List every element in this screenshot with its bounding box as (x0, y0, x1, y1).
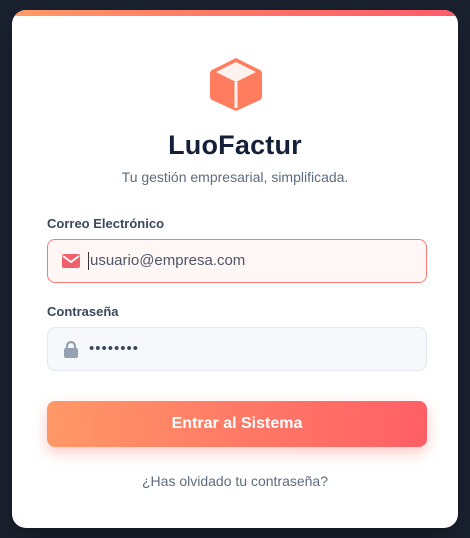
lock-icon (62, 340, 80, 358)
login-card: LuoFactur Tu gestión empresarial, simpli… (12, 10, 458, 528)
email-field[interactable]: usuario@empresa.com (47, 239, 427, 283)
email-label: Correo Electrónico (47, 216, 165, 231)
password-input-value[interactable]: •••••••• (88, 340, 139, 358)
envelope-icon (62, 252, 80, 270)
password-field[interactable]: •••••••• (47, 327, 427, 371)
brand-title: LuoFactur (168, 130, 302, 160)
password-label: Contraseña (47, 304, 119, 319)
forgot-password-link[interactable]: ¿Has olvidado tu contraseña? (12, 473, 458, 489)
box-icon (210, 58, 262, 111)
accent-top-bar (12, 10, 458, 16)
email-input-value[interactable]: usuario@empresa.com (88, 252, 245, 270)
brand-tagline: Tu gestión empresarial, simplificada. (121, 169, 349, 185)
submit-button[interactable]: Entrar al Sistema (47, 401, 427, 447)
